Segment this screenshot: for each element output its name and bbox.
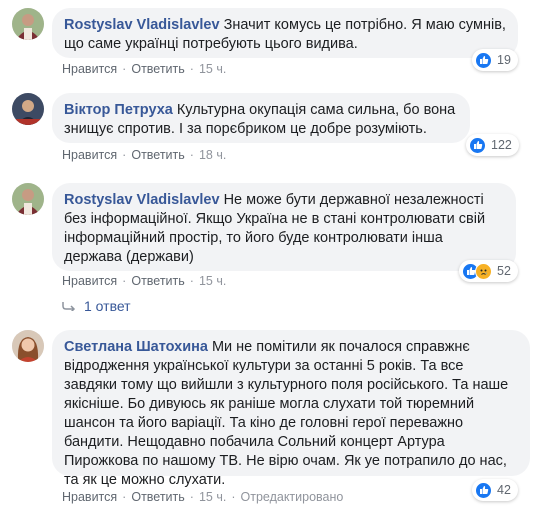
avatar[interactable] (12, 183, 44, 215)
reaction-count: 122 (491, 138, 512, 152)
comment-actions: Нравится · Ответить · 15 ч. (62, 62, 226, 76)
like-button[interactable]: Нравится (62, 148, 117, 162)
avatar[interactable] (12, 8, 44, 40)
comment-author[interactable]: Rostyslav Vladislavlev (64, 192, 220, 208)
comment-text: Ми не помітили як почалося справжнє відр… (64, 339, 509, 488)
avatar[interactable] (12, 93, 44, 125)
reactions-badge[interactable]: 122 (466, 134, 519, 156)
reaction-count: 19 (497, 53, 511, 67)
separator: · (189, 148, 194, 162)
reactions-badge[interactable]: 52 (459, 260, 518, 282)
comment-actions: Нравится · Ответить · 15 ч. (62, 274, 226, 288)
timestamp[interactable]: 15 ч. (199, 490, 226, 504)
reply-button[interactable]: Ответить (131, 148, 184, 162)
reactions-badge[interactable]: 42 (472, 479, 518, 501)
reply-button[interactable]: Ответить (131, 490, 184, 504)
like-button[interactable]: Нравится (62, 274, 117, 288)
reaction-count: 52 (497, 264, 511, 278)
separator: · (189, 274, 194, 288)
separator: · (189, 490, 194, 504)
comment-author[interactable]: Светлана Шатохина (64, 339, 208, 355)
separator: · (122, 62, 127, 76)
timestamp[interactable]: 15 ч. (199, 274, 226, 288)
avatar[interactable] (12, 330, 44, 362)
separator: · (189, 62, 194, 76)
reaction-count: 42 (497, 483, 511, 497)
comment-bubble: Rostyslav Vladislavlev Значит комусь це п… (52, 8, 518, 58)
like-button[interactable]: Нравится (62, 62, 117, 76)
sad-icon (475, 262, 492, 280)
comment-author[interactable]: Віктор Петруха (64, 102, 173, 118)
comment-author[interactable]: Rostyslav Vladislavlev (64, 17, 220, 33)
separator: · (122, 148, 127, 162)
view-replies-link[interactable]: 1 ответ (62, 298, 131, 314)
replies-count[interactable]: 1 ответ (84, 298, 131, 314)
reply-button[interactable]: Ответить (131, 274, 184, 288)
separator: · (231, 490, 236, 504)
edited-label[interactable]: Отредактировано (241, 490, 344, 504)
timestamp[interactable]: 18 ч. (199, 148, 226, 162)
comment-bubble: Віктор Петруха Культурна окупація сама си… (52, 93, 470, 143)
comment-actions: Нравится · Ответить · 18 ч. (62, 148, 226, 162)
like-icon (475, 481, 492, 499)
like-button[interactable]: Нравится (62, 490, 117, 504)
comment-bubble: Светлана Шатохина Ми не помітили як почал… (52, 330, 530, 488)
separator: · (122, 274, 127, 288)
reactions-badge[interactable]: 19 (472, 49, 518, 71)
comment-bubble: Rostyslav Vladislavlev Не може бути держа… (52, 183, 516, 271)
reply-button[interactable]: Ответить (131, 62, 184, 76)
like-icon (475, 51, 492, 69)
timestamp[interactable]: 15 ч. (199, 62, 226, 76)
like-icon (469, 136, 486, 154)
comment-actions: Нравится · Ответить · 15 ч. · Отредактировано (62, 490, 343, 504)
reply-arrow-icon (62, 302, 76, 311)
separator: · (122, 490, 127, 504)
